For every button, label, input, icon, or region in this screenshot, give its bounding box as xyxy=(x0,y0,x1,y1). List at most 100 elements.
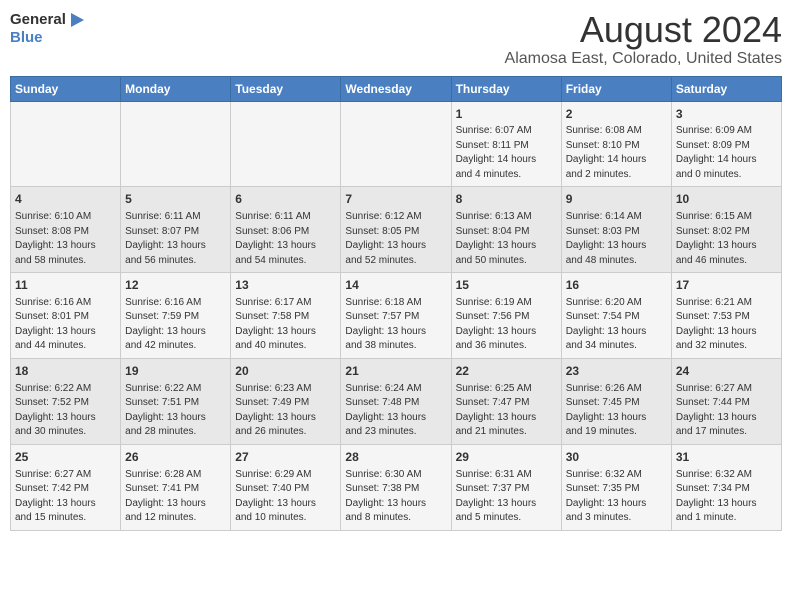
calendar-cell: 9 Sunrise: 6:14 AMSunset: 8:03 PMDaylight… xyxy=(561,187,671,273)
day-number: 21 xyxy=(345,363,446,380)
cell-content: Sunrise: 6:16 AMSunset: 8:01 PMDaylight:… xyxy=(15,296,116,354)
cell-content: Sunrise: 6:32 AMSunset: 7:34 PMDaylight:… xyxy=(676,468,777,526)
day-number: 24 xyxy=(676,363,777,380)
calendar-cell: 11 Sunrise: 6:16 AMSunset: 8:01 PMDayligh… xyxy=(11,273,121,359)
calendar-cell: 12 Sunrise: 6:16 AMSunset: 7:59 PMDayligh… xyxy=(121,273,231,359)
cell-content: Sunrise: 6:13 AMSunset: 8:04 PMDaylight:… xyxy=(456,210,557,268)
subtitle: Alamosa East, Colorado, United States xyxy=(505,50,782,68)
cell-content: Sunrise: 6:31 AMSunset: 7:37 PMDaylight:… xyxy=(456,468,557,526)
cell-content: Sunrise: 6:11 AMSunset: 8:06 PMDaylight:… xyxy=(235,210,336,268)
cell-content: Sunrise: 6:24 AMSunset: 7:48 PMDaylight:… xyxy=(345,382,446,440)
calendar-cell: 7 Sunrise: 6:12 AMSunset: 8:05 PMDaylight… xyxy=(341,187,451,273)
calendar-cell: 21 Sunrise: 6:24 AMSunset: 7:48 PMDayligh… xyxy=(341,358,451,444)
calendar-day-header: Thursday xyxy=(451,76,561,101)
calendar-cell: 15Sunrise: 6:19 AMSunset: 7:56 PMDayligh… xyxy=(451,273,561,359)
cell-content: Sunrise: 6:14 AMSunset: 8:03 PMDaylight:… xyxy=(566,210,667,268)
calendar-cell: 30 Sunrise: 6:32 AMSunset: 7:35 PMDayligh… xyxy=(561,444,671,530)
calendar-cell: 22Sunrise: 6:25 AMSunset: 7:47 PMDayligh… xyxy=(451,358,561,444)
cell-content: Sunrise: 6:16 AMSunset: 7:59 PMDaylight:… xyxy=(125,296,226,354)
cell-content: Sunrise: 6:30 AMSunset: 7:38 PMDaylight:… xyxy=(345,468,446,526)
day-number: 16 xyxy=(566,277,667,294)
calendar-cell xyxy=(341,101,451,187)
calendar-day-header: Tuesday xyxy=(231,76,341,101)
calendar-cell: 5 Sunrise: 6:11 AMSunset: 8:07 PMDaylight… xyxy=(121,187,231,273)
cell-content: Sunrise: 6:23 AMSunset: 7:49 PMDaylight:… xyxy=(235,382,336,440)
calendar-cell: 4 Sunrise: 6:10 AMSunset: 8:08 PMDaylight… xyxy=(11,187,121,273)
calendar-cell: 16 Sunrise: 6:20 AMSunset: 7:54 PMDayligh… xyxy=(561,273,671,359)
day-number: 9 xyxy=(566,191,667,208)
calendar-header-row: SundayMondayTuesdayWednesdayThursdayFrid… xyxy=(11,76,782,101)
cell-content: Sunrise: 6:08 AMSunset: 8:10 PMDaylight:… xyxy=(566,124,667,182)
cell-content: Sunrise: 6:25 AMSunset: 7:47 PMDaylight:… xyxy=(456,382,557,440)
day-number: 19 xyxy=(125,363,226,380)
calendar-cell: 6Sunrise: 6:11 AMSunset: 8:06 PMDaylight… xyxy=(231,187,341,273)
calendar-cell: 14 Sunrise: 6:18 AMSunset: 7:57 PMDayligh… xyxy=(341,273,451,359)
day-number: 25 xyxy=(15,449,116,466)
calendar-cell: 20 Sunrise: 6:23 AMSunset: 7:49 PMDayligh… xyxy=(231,358,341,444)
calendar-day-header: Monday xyxy=(121,76,231,101)
calendar-cell xyxy=(11,101,121,187)
day-number: 30 xyxy=(566,449,667,466)
day-number: 17 xyxy=(676,277,777,294)
day-number: 12 xyxy=(125,277,226,294)
cell-content: Sunrise: 6:29 AMSunset: 7:40 PMDaylight:… xyxy=(235,468,336,526)
calendar-week-row: 1Sunrise: 6:07 AMSunset: 8:11 PMDaylight… xyxy=(11,101,782,187)
day-number: 13 xyxy=(235,277,336,294)
calendar-cell xyxy=(121,101,231,187)
cell-content: Sunrise: 6:11 AMSunset: 8:07 PMDaylight:… xyxy=(125,210,226,268)
main-title: August 2024 xyxy=(505,10,782,50)
logo-text-blue: Blue xyxy=(10,30,86,47)
day-number: 14 xyxy=(345,277,446,294)
calendar-cell: 29 Sunrise: 6:31 AMSunset: 7:37 PMDayligh… xyxy=(451,444,561,530)
cell-content: Sunrise: 6:15 AMSunset: 8:02 PMDaylight:… xyxy=(676,210,777,268)
cell-content: Sunrise: 6:12 AMSunset: 8:05 PMDaylight:… xyxy=(345,210,446,268)
calendar-day-header: Sunday xyxy=(11,76,121,101)
day-number: 20 xyxy=(235,363,336,380)
day-number: 1 xyxy=(456,106,557,123)
day-number: 7 xyxy=(345,191,446,208)
calendar-cell: 19 Sunrise: 6:22 AMSunset: 7:51 PMDayligh… xyxy=(121,358,231,444)
day-number: 2 xyxy=(566,106,667,123)
day-number: 11 xyxy=(15,277,116,294)
calendar-cell: 3Sunrise: 6:09 AMSunset: 8:09 PMDaylight… xyxy=(671,101,781,187)
logo-text-general: General xyxy=(10,12,66,29)
cell-content: Sunrise: 6:19 AMSunset: 7:56 PMDaylight:… xyxy=(456,296,557,354)
calendar-cell: 8Sunrise: 6:13 AMSunset: 8:04 PMDaylight… xyxy=(451,187,561,273)
calendar-cell: 26Sunrise: 6:28 AMSunset: 7:41 PMDayligh… xyxy=(121,444,231,530)
day-number: 3 xyxy=(676,106,777,123)
calendar-cell: 18 Sunrise: 6:22 AMSunset: 7:52 PMDayligh… xyxy=(11,358,121,444)
day-number: 5 xyxy=(125,191,226,208)
day-number: 18 xyxy=(15,363,116,380)
cell-content: Sunrise: 6:26 AMSunset: 7:45 PMDaylight:… xyxy=(566,382,667,440)
header-area: General Blue August 2024 Alamosa East, C… xyxy=(10,10,782,68)
calendar-cell: 23 Sunrise: 6:26 AMSunset: 7:45 PMDayligh… xyxy=(561,358,671,444)
cell-content: Sunrise: 6:18 AMSunset: 7:57 PMDaylight:… xyxy=(345,296,446,354)
day-number: 31 xyxy=(676,449,777,466)
day-number: 10 xyxy=(676,191,777,208)
logo-triangle-icon xyxy=(66,10,86,30)
calendar-cell: 13 Sunrise: 6:17 AMSunset: 7:58 PMDayligh… xyxy=(231,273,341,359)
calendar-day-header: Friday xyxy=(561,76,671,101)
calendar-cell: 10 Sunrise: 6:15 AMSunset: 8:02 PMDayligh… xyxy=(671,187,781,273)
logo: General Blue xyxy=(10,10,86,47)
cell-content: Sunrise: 6:10 AMSunset: 8:08 PMDaylight:… xyxy=(15,210,116,268)
calendar-cell: 2Sunrise: 6:08 AMSunset: 8:10 PMDaylight… xyxy=(561,101,671,187)
day-number: 28 xyxy=(345,449,446,466)
day-number: 26 xyxy=(125,449,226,466)
calendar-week-row: 18 Sunrise: 6:22 AMSunset: 7:52 PMDayligh… xyxy=(11,358,782,444)
day-number: 23 xyxy=(566,363,667,380)
day-number: 29 xyxy=(456,449,557,466)
cell-content: Sunrise: 6:22 AMSunset: 7:51 PMDaylight:… xyxy=(125,382,226,440)
cell-content: Sunrise: 6:22 AMSunset: 7:52 PMDaylight:… xyxy=(15,382,116,440)
calendar-week-row: 11 Sunrise: 6:16 AMSunset: 8:01 PMDayligh… xyxy=(11,273,782,359)
cell-content: Sunrise: 6:32 AMSunset: 7:35 PMDaylight:… xyxy=(566,468,667,526)
calendar-cell: 17Sunrise: 6:21 AMSunset: 7:53 PMDayligh… xyxy=(671,273,781,359)
cell-content: Sunrise: 6:20 AMSunset: 7:54 PMDaylight:… xyxy=(566,296,667,354)
cell-content: Sunrise: 6:09 AMSunset: 8:09 PMDaylight:… xyxy=(676,124,777,182)
calendar-cell: 31 Sunrise: 6:32 AMSunset: 7:34 PMDayligh… xyxy=(671,444,781,530)
calendar-cell: 27Sunrise: 6:29 AMSunset: 7:40 PMDayligh… xyxy=(231,444,341,530)
calendar-day-header: Saturday xyxy=(671,76,781,101)
day-number: 4 xyxy=(15,191,116,208)
cell-content: Sunrise: 6:17 AMSunset: 7:58 PMDaylight:… xyxy=(235,296,336,354)
cell-content: Sunrise: 6:07 AMSunset: 8:11 PMDaylight:… xyxy=(456,124,557,182)
